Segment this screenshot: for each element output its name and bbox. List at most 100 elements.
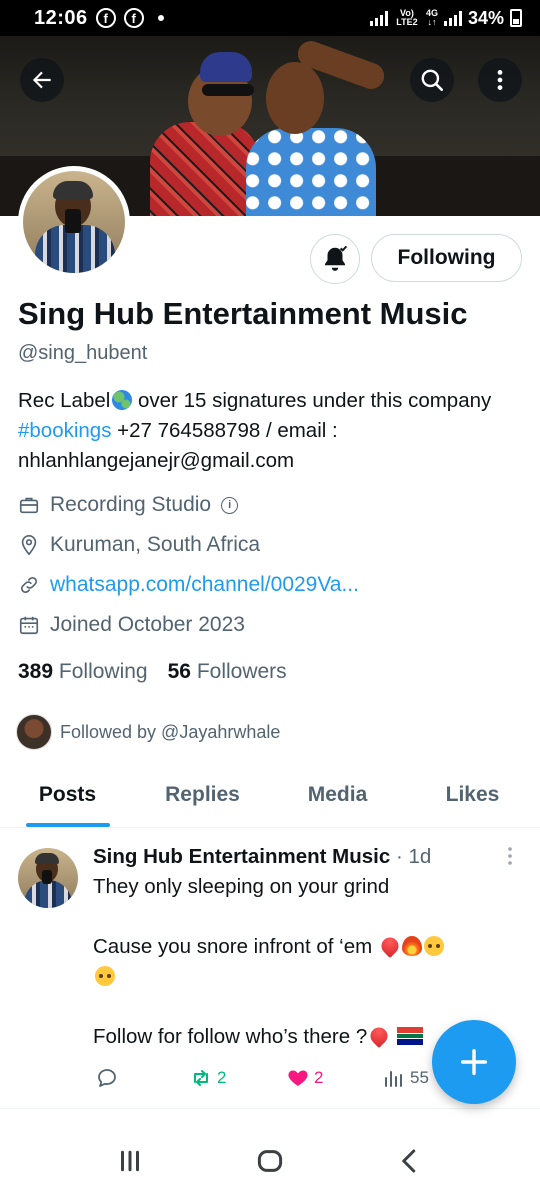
profile-joined-date: Joined October 2023 [50, 613, 245, 636]
banner-person-1-hat [200, 52, 252, 82]
more-vertical-icon [497, 70, 503, 90]
user-handle: @sing_hubent [18, 342, 148, 364]
following-stat[interactable]: 389 Following [18, 660, 148, 683]
post-author-name[interactable]: Sing Hub Entertainment Music [93, 845, 390, 868]
chevron-left-icon [402, 1149, 416, 1172]
tab-replies[interactable]: Replies [135, 766, 270, 827]
followed-by-text: Followed by @Jayahrwhale [60, 721, 281, 742]
reply-icon [98, 1069, 116, 1087]
tab-label: Replies [165, 783, 240, 806]
signal-icon-2 [443, 10, 462, 26]
briefcase-icon [19, 497, 39, 514]
tab-media[interactable]: Media [270, 766, 405, 827]
joined-row: Joined October 2023 [18, 613, 245, 637]
network-4g-label: 4G ↓↑ [425, 8, 438, 27]
profile-website-link[interactable]: whatsapp.com/channel/0029Va... [50, 573, 359, 597]
banner-person-1 [150, 122, 260, 216]
banner-person-1-sunglasses [202, 84, 254, 96]
followers-stat[interactable]: 56 Followers [168, 660, 287, 683]
post-line-2: Cause you snore infront of ‘em [93, 932, 518, 992]
fire-emoji-icon [401, 936, 422, 956]
bio-text-start: Rec Label [18, 389, 111, 412]
red-heart-emoji-icon [377, 933, 402, 959]
facebook-notification-icon-2: f [123, 8, 144, 28]
network-label: Vo) LTE2 [396, 8, 418, 27]
more-notifications-dot-icon [157, 15, 164, 21]
like-count: 2 [314, 1068, 324, 1087]
pleading-face-emoji-icon [423, 936, 444, 956]
system-back-button[interactable] [395, 1146, 425, 1181]
views-bar-chart-icon [385, 1071, 402, 1087]
post-header: Sing Hub Entertainment Music · 1d [93, 845, 431, 869]
follower-avatar [16, 714, 52, 750]
notifications-bell-button[interactable] [310, 234, 360, 284]
system-navigation-bar [0, 1126, 540, 1200]
views-count: 55 [410, 1068, 429, 1087]
bell-check-icon [325, 245, 348, 271]
repost-count: 2 [217, 1068, 227, 1087]
tab-label: Likes [445, 783, 500, 806]
following-count: 389 [18, 660, 54, 683]
info-icon[interactable]: i [221, 496, 239, 514]
avatar-phone [65, 209, 81, 233]
battery-percent: 34% [467, 7, 504, 28]
facebook-notification-icon: f [95, 8, 116, 28]
status-time: 12:06 [34, 6, 88, 29]
avatar-person-shirt [24, 880, 72, 908]
post-line-1: They only sleeping on your grind [93, 875, 390, 898]
location-pin-icon [21, 535, 37, 556]
avatar-person-cap [35, 853, 59, 864]
followers-count: 56 [167, 660, 191, 683]
search-icon [421, 69, 444, 92]
back-button[interactable] [20, 58, 64, 102]
following-button[interactable]: Following [371, 234, 522, 282]
home-button[interactable] [255, 1146, 285, 1181]
profile-location: Kuruman, South Africa [50, 533, 261, 556]
red-heart-emoji-icon [367, 1023, 392, 1049]
avatar-person-cap [53, 181, 93, 199]
bio-text-middle: over 15 signatures under this company [132, 389, 492, 412]
battery-icon [510, 9, 522, 27]
more-vertical-icon [508, 847, 512, 865]
profile-tabs: Posts Replies Media Likes [0, 766, 540, 828]
reply-button[interactable] [95, 1066, 189, 1090]
calendar-icon [19, 616, 39, 635]
following-label: Following [58, 660, 148, 683]
bookings-hashtag-link[interactable]: #bookings [18, 419, 111, 442]
recent-apps-button[interactable] [115, 1146, 145, 1181]
followers-label: Followers [196, 660, 287, 683]
display-name: Sing Hub Entertainment Music [18, 296, 468, 331]
followed-by-row[interactable]: Followed by @Jayahrwhale [16, 714, 280, 750]
avatar-phone [42, 870, 52, 884]
globe-emoji-icon [112, 390, 133, 410]
tab-label: Media [307, 783, 368, 806]
profile-avatar[interactable] [18, 166, 130, 278]
category-row: Recording Studio i [18, 493, 239, 517]
views-button[interactable]: 55 [382, 1066, 429, 1090]
recent-apps-icon [121, 1150, 139, 1171]
tab-likes[interactable]: Likes [405, 766, 540, 827]
post-time: · 1d [390, 845, 432, 868]
follow-stats: 389 Following 56 Followers [18, 660, 287, 684]
status-bar: 12:06 f f Vo) LTE2 4G ↓↑ 34% [0, 0, 540, 36]
like-button[interactable]: 2 [286, 1066, 382, 1090]
heart-filled-icon [288, 1070, 308, 1086]
post-author-avatar[interactable] [18, 848, 78, 908]
repost-button[interactable]: 2 [189, 1066, 286, 1090]
link-icon [20, 576, 38, 594]
search-button[interactable] [410, 58, 454, 102]
more-options-button[interactable] [478, 58, 522, 102]
website-row: whatsapp.com/channel/0029Va... [18, 573, 359, 597]
tab-posts[interactable]: Posts [0, 766, 135, 827]
arrow-left-icon [32, 71, 51, 89]
avatar-photo [23, 171, 125, 273]
home-icon [257, 1149, 283, 1172]
compose-post-button[interactable] [432, 1020, 516, 1104]
south-africa-flag-emoji-icon [396, 1027, 423, 1045]
tab-label: Posts [38, 783, 97, 806]
banner-person-2 [246, 128, 376, 216]
banner-person-2-head [266, 62, 324, 134]
post-more-button[interactable] [506, 846, 514, 868]
repost-icon [194, 1070, 208, 1086]
location-row: Kuruman, South Africa [18, 533, 260, 557]
